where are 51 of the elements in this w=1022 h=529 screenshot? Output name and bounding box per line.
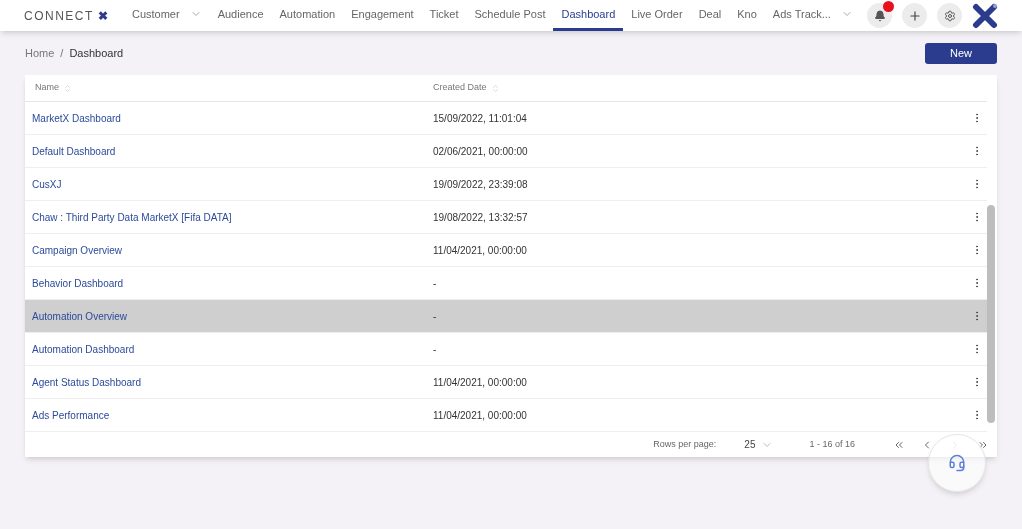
breadcrumb-separator: / — [60, 46, 64, 62]
created-date-cell-text: - — [433, 342, 438, 357]
nav-tab[interactable]: Engagement — [343, 0, 422, 31]
created-date-cell-text: 11/04/2021, 00:00:00 — [433, 408, 528, 423]
new-button[interactable]: New — [925, 43, 997, 64]
rows-per-page-label: Rows per page: — [653, 437, 717, 451]
dashboard-link[interactable]: Ads Performance — [25, 407, 433, 423]
dashboard-link[interactable]: Agent Status Dashboard — [25, 374, 433, 390]
table-row[interactable]: Default Dashboard 02/06/2021, 00:00:00 — [25, 135, 987, 168]
table-row[interactable]: Ads Performance 11/04/2021, 00:00:00 — [25, 399, 987, 432]
nav-tab[interactable]: Deal — [690, 0, 730, 31]
page-range: 1 - 16 of 16 — [809, 437, 855, 451]
nav-tab[interactable]: Customer — [123, 0, 210, 31]
dashboard-link[interactable]: Automation Overview — [25, 308, 433, 324]
nav-tab[interactable]: Ads Track... — [764, 0, 861, 31]
created-date-cell-text: 11/04/2021, 00:00:00 — [433, 375, 528, 390]
column-header[interactable]: Name — [25, 81, 433, 95]
nav-tab[interactable]: Automation — [271, 0, 344, 31]
table-row[interactable]: Chaw : Third Party Data MarketX [Fifa DATA] 19/08/2022, 13:32:57 — [25, 201, 987, 234]
brand-logo[interactable]: CONNECT ✖ — [24, 6, 110, 25]
dashboard-link[interactable]: Campaign Overview — [25, 242, 433, 258]
dashboard-link[interactable]: Behavior Dashboard — [25, 275, 433, 291]
nav-tab[interactable]: Dashboard — [553, 0, 624, 31]
created-date-cell-text: - — [433, 309, 438, 324]
table-row[interactable]: Automation Dashboard - — [25, 333, 987, 366]
dashboard-link[interactable]: CusXJ — [25, 176, 433, 192]
rows-per-page-select[interactable]: 25 — [744, 437, 774, 452]
nav-tab[interactable]: Live Order — [623, 0, 691, 31]
dashboard-link[interactable]: Automation Dashboard — [25, 341, 433, 357]
table-row[interactable]: Agent Status Dashboard 11/04/2021, 00:00:00 — [25, 366, 987, 399]
nav-tab[interactable]: Ticket — [421, 0, 467, 31]
breadcrumb-current: Dashboard — [69, 46, 124, 62]
dashboard-link[interactable]: MarketX Dashboard — [25, 110, 433, 126]
created-date-cell-text: 15/09/2022, 11:01:04 — [433, 111, 528, 126]
table-row[interactable]: Behavior Dashboard - — [25, 267, 987, 300]
created-date-cell-text: - — [433, 276, 438, 291]
table-row[interactable]: CusXJ 19/09/2022, 23:39:08 — [25, 168, 987, 201]
column-header[interactable]: Created Date — [433, 81, 500, 95]
created-date-cell-text: 11/04/2021, 00:00:00 — [433, 243, 528, 258]
breadcrumb-link[interactable]: Home — [25, 45, 55, 62]
created-date-cell-text: 19/08/2022, 13:32:57 — [433, 210, 529, 225]
dashboard-link[interactable]: Chaw : Third Party Data MarketX [Fifa DATA] — [25, 209, 433, 225]
created-date-cell-text: 02/06/2021, 00:00:00 — [433, 144, 529, 159]
nav-tab[interactable]: Audience — [209, 0, 272, 31]
table-row[interactable]: Campaign Overview 11/04/2021, 00:00:00 — [25, 234, 987, 267]
table-row[interactable]: Automation Overview - — [25, 300, 987, 333]
dashboard-link[interactable]: Default Dashboard — [25, 143, 433, 159]
nav-tab[interactable]: Schedule Post — [466, 0, 554, 31]
nav-tab[interactable]: Kno — [729, 0, 765, 31]
created-date-cell-text: 19/09/2022, 23:39:08 — [433, 177, 529, 192]
table-row[interactable]: MarketX Dashboard 15/09/2022, 11:01:04 — [25, 102, 987, 135]
